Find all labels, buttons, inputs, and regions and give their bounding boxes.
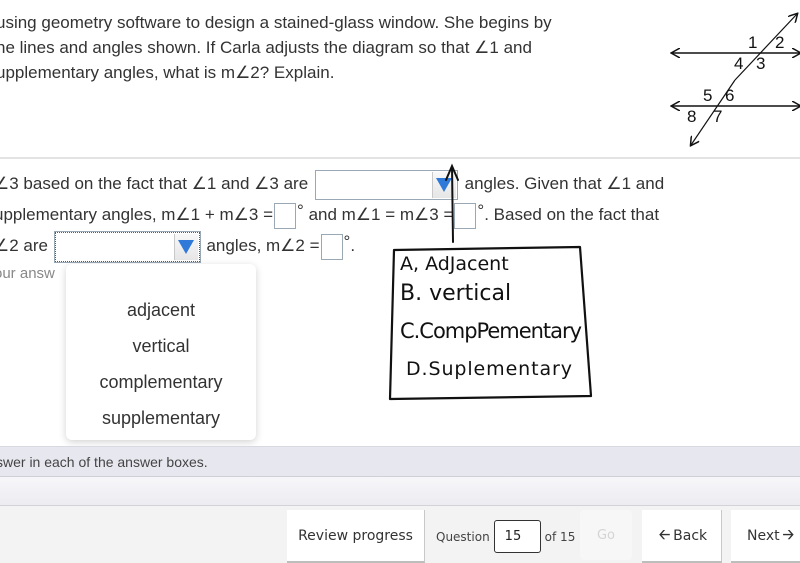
next-label: Next bbox=[747, 527, 780, 544]
answer-text: . bbox=[350, 236, 356, 255]
question-text: using geometry software to design a stai… bbox=[0, 10, 636, 85]
dropdown-option-adjacent[interactable]: adjacent bbox=[66, 296, 256, 332]
dropdown-option-complementary[interactable]: complementary bbox=[66, 368, 256, 404]
question-number-input[interactable] bbox=[493, 520, 541, 553]
question-label: Question bbox=[436, 529, 490, 544]
question-line: he lines and angles shown. If Carla adju… bbox=[0, 38, 532, 57]
arrow-right-icon: 🡢 bbox=[782, 526, 794, 543]
angle-label-3: 3 bbox=[756, 54, 765, 73]
angle-type-dropdown-2[interactable] bbox=[53, 230, 201, 263]
handwritten-annotation: A, AdJacent B. vertical C.CompPementary … bbox=[388, 163, 593, 401]
instructions-text: swer in each of the answer boxes. bbox=[0, 454, 208, 470]
transversal bbox=[734, 14, 797, 81]
angle-label-5: 5 bbox=[703, 86, 712, 105]
angle-label-7: 7 bbox=[713, 107, 722, 126]
angle-label-2: 2 bbox=[775, 33, 784, 52]
dropdown-menu: adjacent vertical complementary suppleme… bbox=[66, 264, 256, 440]
degree-symbol: ° bbox=[297, 201, 304, 220]
review-progress-button[interactable]: Review progress bbox=[287, 510, 425, 563]
back-button[interactable]: 🡠 Back bbox=[642, 510, 722, 563]
parallel-lines-diagram: 1 2 3 4 5 6 7 8 bbox=[650, 0, 800, 155]
sketch-option-a: A, AdJacent bbox=[400, 253, 509, 275]
angle-label-4: 4 bbox=[734, 54, 743, 73]
sketch-option-d: D.Suplementary bbox=[406, 358, 572, 380]
question-line: using geometry software to design a stai… bbox=[0, 13, 552, 32]
answer-text: angles, m∠2 = bbox=[206, 236, 320, 255]
arrow-left-icon: 🡠 bbox=[658, 526, 671, 543]
question-navigator: Question of 15 bbox=[436, 510, 575, 563]
question-line: upplementary angles, what is m∠2? Explai… bbox=[0, 63, 335, 82]
back-label: Back bbox=[673, 527, 708, 544]
angle-label-8: 8 bbox=[687, 107, 696, 126]
divider bbox=[0, 157, 800, 159]
next-button[interactable]: Next 🡢 bbox=[731, 510, 800, 563]
go-button[interactable]: Go bbox=[580, 510, 632, 560]
answer-text: upplementary angles, m∠1 + m∠3 = bbox=[0, 205, 274, 224]
degree-symbol: ° bbox=[343, 232, 351, 251]
hand-drawn-arrow bbox=[445, 163, 459, 243]
sketch-option-b: B. vertical bbox=[400, 281, 511, 306]
answer-text: ∠3 based on the fact that ∠1 and ∠3 are bbox=[0, 174, 309, 193]
footer-nav: Review progress Question of 15 Go 🡠 Back… bbox=[0, 506, 800, 563]
question-total: of 15 bbox=[544, 529, 576, 544]
answer-text: ∠2 are bbox=[0, 236, 48, 255]
dropdown-option-supplementary[interactable]: supplementary bbox=[66, 404, 256, 440]
hint-text: our answ bbox=[0, 265, 55, 282]
angle-label-1: 1 bbox=[748, 33, 757, 52]
status-bar bbox=[0, 477, 800, 506]
angle-label-6: 6 bbox=[725, 86, 734, 105]
dropdown-arrow-icon[interactable] bbox=[173, 233, 198, 260]
dropdown-option-vertical[interactable]: vertical bbox=[66, 332, 256, 368]
sum-input-box[interactable] bbox=[274, 202, 297, 229]
sketch-option-c: C.CompPementary bbox=[400, 319, 582, 343]
angle-2-input-box[interactable] bbox=[320, 233, 343, 260]
instructions-bar: swer in each of the answer boxes. bbox=[0, 446, 800, 477]
